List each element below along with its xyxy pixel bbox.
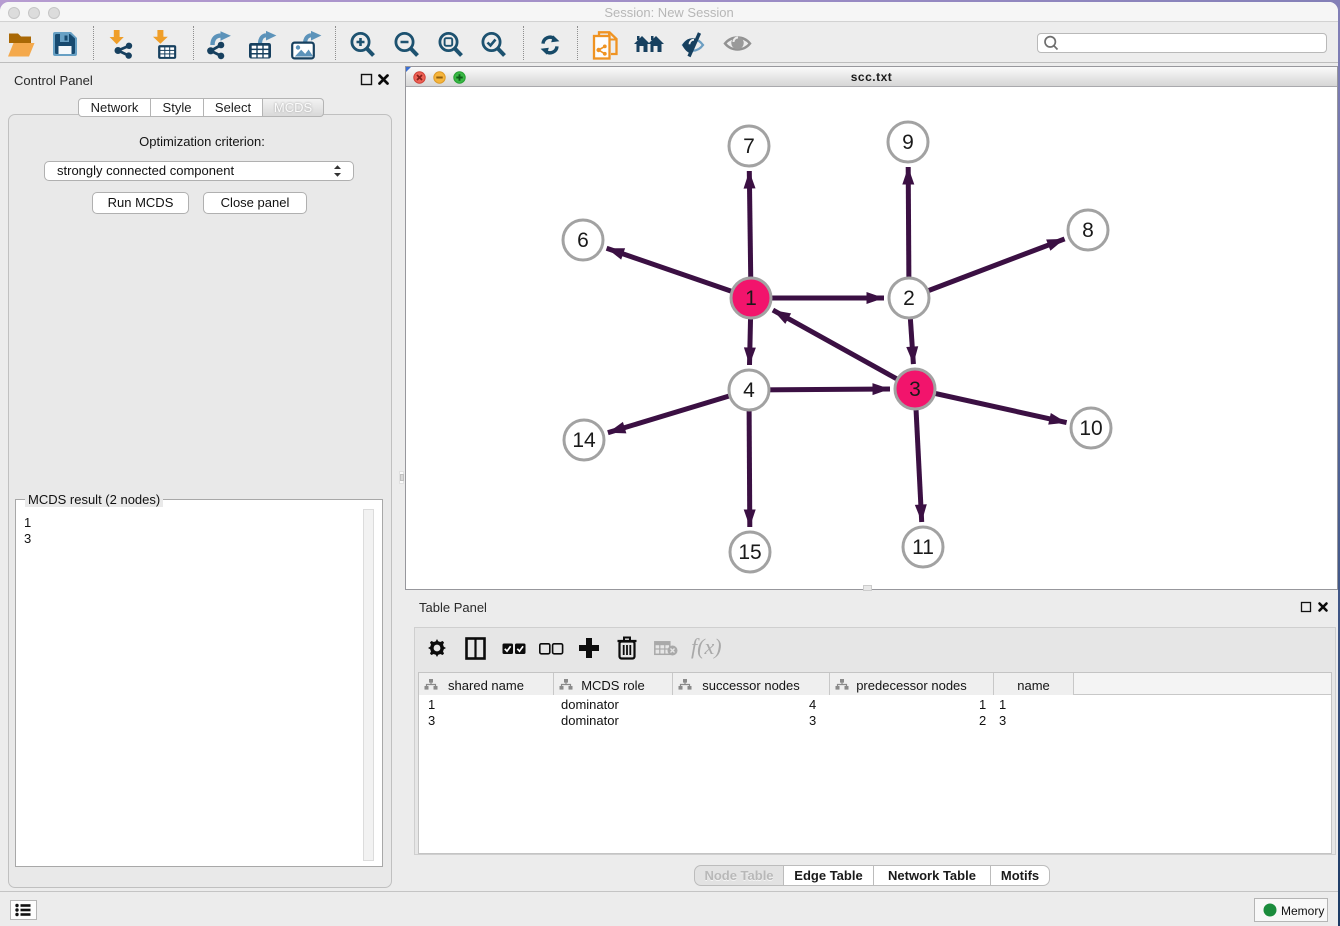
svg-text:7: 7 xyxy=(743,135,755,158)
svg-text:6: 6 xyxy=(577,229,589,252)
svg-text:1: 1 xyxy=(745,287,757,310)
svg-text:8: 8 xyxy=(1082,219,1094,242)
svg-text:15: 15 xyxy=(738,541,761,564)
svg-text:2: 2 xyxy=(903,287,915,310)
svg-text:11: 11 xyxy=(912,536,934,559)
svg-text:10: 10 xyxy=(1079,417,1102,440)
svg-text:4: 4 xyxy=(743,379,755,402)
svg-text:14: 14 xyxy=(572,429,596,452)
svg-text:9: 9 xyxy=(902,131,914,154)
svg-text:3: 3 xyxy=(909,378,921,401)
